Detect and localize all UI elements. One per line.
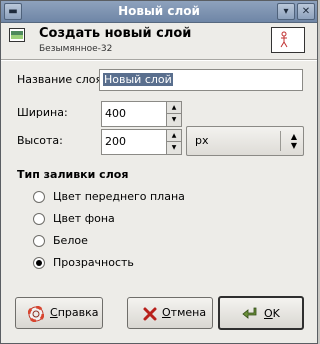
width-decrement-icon[interactable]: ▼ (167, 114, 181, 126)
ok-button[interactable]: OK (218, 296, 304, 330)
image-name: Безымянное-32 (39, 44, 113, 54)
ok-arrow-icon (242, 307, 257, 319)
dropdown-separator (280, 131, 281, 151)
ok-button-label: OK (264, 307, 280, 320)
fill-option-label: Цвет фона (53, 212, 115, 225)
height-label: Высота: (17, 134, 63, 147)
radio-dot (36, 260, 42, 266)
updown-chevron-icon: ▲ ▼ (290, 132, 297, 150)
fill-option-background[interactable]: Цвет фона (33, 212, 233, 228)
fill-option-label: Прозрачность (53, 256, 134, 269)
fill-option-label: Белое (53, 234, 88, 247)
window-title: Новый слой (118, 4, 200, 18)
radio-button[interactable] (33, 213, 45, 225)
dialog-heading: Создать новый слой (39, 26, 192, 41)
cancel-button-label: Отмена (162, 306, 207, 319)
fill-option-foreground[interactable]: Цвет переднего плана (33, 190, 233, 206)
new-layer-icon (9, 28, 25, 42)
width-spin-arrows[interactable]: ▲ ▼ (166, 102, 181, 126)
height-spin-arrows[interactable]: ▲ ▼ (166, 130, 181, 154)
fill-option-label: Цвет переднего плана (53, 190, 185, 203)
dialog-header: Создать новый слой Безымянное-32 (1, 23, 317, 59)
width-value: 400 (105, 107, 126, 120)
minimize-icon[interactable]: ▾ (277, 3, 295, 20)
radio-button-selected[interactable] (33, 257, 45, 269)
fill-option-transparency[interactable]: Прозрачность (33, 256, 233, 272)
close-icon[interactable]: ✕ (297, 3, 315, 20)
window-menu-icon[interactable]: ▬ (4, 3, 22, 20)
lifebuoy-icon (28, 306, 44, 322)
layer-name-label: Название слоя: (17, 73, 106, 86)
radio-button[interactable] (33, 191, 45, 203)
width-spinbutton[interactable]: 400 ▲ ▼ (101, 101, 182, 127)
unit-dropdown[interactable]: px ▲ ▼ (186, 126, 304, 156)
titlebar[interactable]: ▬ Новый слой ▾ ✕ (1, 1, 317, 23)
help-button-label: Справка (50, 306, 99, 319)
width-increment-icon[interactable]: ▲ (167, 102, 181, 114)
height-increment-icon[interactable]: ▲ (167, 130, 181, 142)
cancel-button[interactable]: Отмена (127, 297, 213, 329)
layer-name-value: Новый слой (103, 73, 173, 86)
height-spinbutton[interactable]: 200 ▲ ▼ (101, 129, 182, 155)
width-label: Ширина: (17, 106, 68, 119)
cancel-icon (143, 307, 157, 321)
unit-value: px (195, 134, 209, 147)
dialog-window: ▬ Новый слой ▾ ✕ Создать новый слой Безы… (0, 0, 318, 344)
radio-button[interactable] (33, 235, 45, 247)
image-preview-thumbnail (271, 27, 305, 53)
fill-type-heading: Тип заливки слоя (17, 168, 129, 181)
fill-option-white[interactable]: Белое (33, 234, 233, 250)
height-decrement-icon[interactable]: ▼ (167, 142, 181, 154)
layer-name-field[interactable]: Новый слой (99, 69, 303, 91)
header-separator (1, 59, 317, 61)
height-value: 200 (105, 135, 126, 148)
help-button[interactable]: Справка (15, 297, 103, 329)
